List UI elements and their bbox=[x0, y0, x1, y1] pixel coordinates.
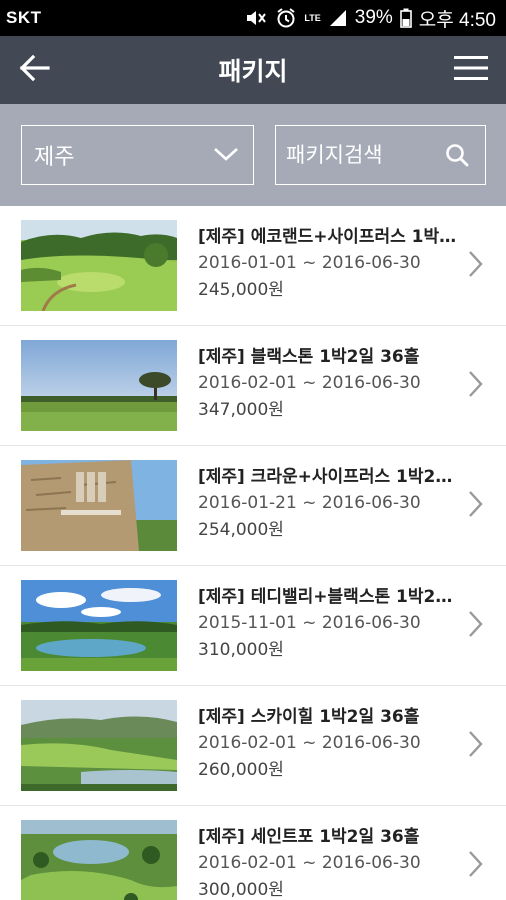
package-dates: 2016-02-01 ~ 2016-06-30 bbox=[198, 373, 421, 393]
package-thumbnail bbox=[21, 460, 177, 551]
clock-time: 오후 4:50 bbox=[418, 9, 496, 31]
package-price: 254,000원 bbox=[198, 520, 284, 540]
package-info: [제주] 세인트포 1박2일 36홀 2016-02-01 ~ 2016-06-… bbox=[198, 824, 460, 900]
chevron-right-icon bbox=[468, 730, 484, 762]
package-dates: 2016-02-01 ~ 2016-06-30 bbox=[198, 853, 421, 873]
chevron-down-icon bbox=[213, 143, 239, 168]
arrow-left-icon bbox=[18, 54, 50, 86]
hamburger-menu-icon bbox=[454, 55, 488, 85]
package-title: [제주] 스카이힐 1박2일 36홀 bbox=[198, 707, 420, 727]
package-item[interactable]: [제주] 에코랜드+사이프러스 1박… 2016-01-01 ~ 2016-06… bbox=[0, 206, 506, 326]
package-price: 300,000원 bbox=[198, 880, 284, 900]
package-thumbnail bbox=[21, 220, 177, 311]
region-select[interactable]: 제주 bbox=[21, 125, 254, 185]
package-item[interactable]: [제주] 크라운+사이프러스 1박2… 2016-01-21 ~ 2016-06… bbox=[0, 446, 506, 566]
package-info: [제주] 스카이힐 1박2일 36홀 2016-02-01 ~ 2016-06-… bbox=[198, 704, 460, 783]
mute-icon bbox=[244, 9, 268, 27]
chevron-right-icon bbox=[468, 370, 484, 402]
package-price: 347,000원 bbox=[198, 400, 284, 420]
chevron-right-icon bbox=[468, 250, 484, 282]
chevron-right-icon bbox=[468, 850, 484, 882]
lte-label: LTE bbox=[304, 12, 321, 23]
status-bar: SKT LTE 39% 오후 4:50 bbox=[0, 0, 506, 36]
package-item[interactable]: [제주] 스카이힐 1박2일 36홀 2016-02-01 ~ 2016-06-… bbox=[0, 686, 506, 806]
package-dates: 2016-01-21 ~ 2016-06-30 bbox=[198, 493, 421, 513]
search-input[interactable] bbox=[286, 143, 436, 167]
search-icon[interactable] bbox=[445, 143, 469, 167]
package-info: [제주] 테디밸리+블랙스톤 1박2… 2015-11-01 ~ 2016-06… bbox=[198, 584, 460, 663]
filter-bar: 제주 bbox=[0, 104, 506, 206]
package-info: [제주] 에코랜드+사이프러스 1박… 2016-01-01 ~ 2016-06… bbox=[198, 224, 460, 303]
chevron-right-icon bbox=[468, 610, 484, 642]
package-dates: 2015-11-01 ~ 2016-06-30 bbox=[198, 613, 421, 633]
chevron-right-icon bbox=[468, 490, 484, 522]
package-dates: 2016-01-01 ~ 2016-06-30 bbox=[198, 253, 421, 273]
carrier-label: SKT bbox=[6, 8, 42, 27]
menu-button[interactable] bbox=[450, 50, 492, 90]
package-item[interactable]: [제주] 테디밸리+블랙스톤 1박2… 2015-11-01 ~ 2016-06… bbox=[0, 566, 506, 686]
package-info: [제주] 블랙스톤 1박2일 36홀 2016-02-01 ~ 2016-06-… bbox=[198, 344, 460, 423]
package-price: 260,000원 bbox=[198, 760, 284, 780]
package-title: [제주] 크라운+사이프러스 1박2… bbox=[198, 467, 453, 487]
package-thumbnail bbox=[21, 700, 177, 791]
status-icons: LTE 39% 오후 4:50 bbox=[244, 5, 496, 32]
package-title: [제주] 에코랜드+사이프러스 1박… bbox=[198, 227, 457, 247]
package-price: 310,000원 bbox=[198, 640, 284, 660]
package-title: [제주] 블랙스톤 1박2일 36홀 bbox=[198, 347, 420, 367]
back-button[interactable] bbox=[14, 50, 54, 90]
package-dates: 2016-02-01 ~ 2016-06-30 bbox=[198, 733, 421, 753]
package-info: [제주] 크라운+사이프러스 1박2… 2016-01-21 ~ 2016-06… bbox=[198, 464, 460, 543]
search-box bbox=[275, 125, 486, 185]
page-title: 패키지 bbox=[218, 57, 288, 86]
app-header: 패키지 bbox=[0, 36, 506, 104]
package-list: [제주] 에코랜드+사이프러스 1박… 2016-01-01 ~ 2016-06… bbox=[0, 206, 506, 900]
package-item[interactable]: [제주] 세인트포 1박2일 36홀 2016-02-01 ~ 2016-06-… bbox=[0, 806, 506, 900]
alarm-icon bbox=[275, 7, 297, 29]
battery-percent: 39% bbox=[354, 7, 393, 28]
app-root: SKT LTE 39% 오후 4:50 패키지 제주 패키지검색 [제주] 에코… bbox=[0, 0, 506, 900]
signal-icon bbox=[328, 8, 348, 28]
battery-icon bbox=[399, 8, 412, 28]
region-value: 제주 bbox=[34, 145, 75, 170]
package-thumbnail bbox=[21, 820, 177, 900]
package-thumbnail bbox=[21, 580, 177, 671]
package-title: [제주] 세인트포 1박2일 36홀 bbox=[198, 827, 420, 847]
package-title: [제주] 테디밸리+블랙스톤 1박2… bbox=[198, 587, 453, 607]
package-thumbnail bbox=[21, 340, 177, 431]
package-item[interactable]: [제주] 블랙스톤 1박2일 36홀 2016-02-01 ~ 2016-06-… bbox=[0, 326, 506, 446]
package-price: 245,000원 bbox=[198, 280, 284, 300]
